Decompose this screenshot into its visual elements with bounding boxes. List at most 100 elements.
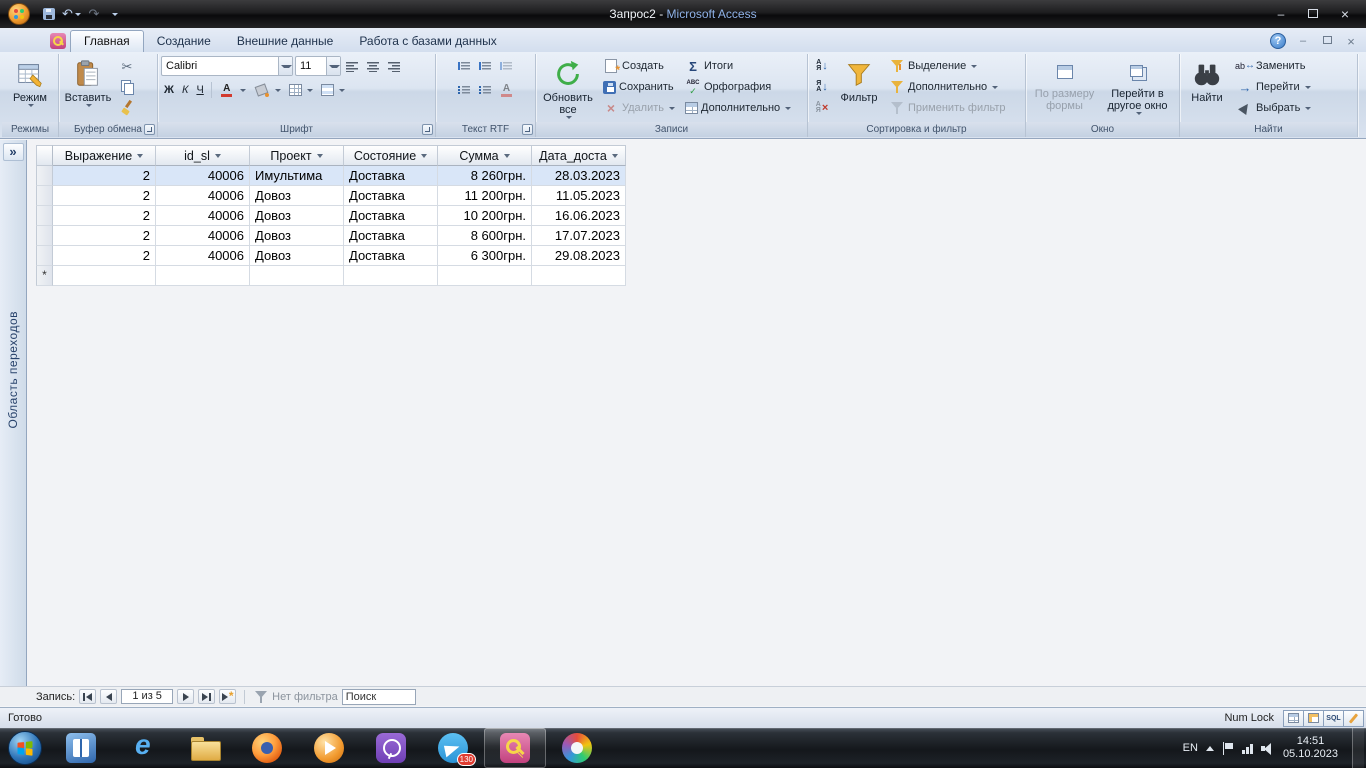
decrease-indent-button[interactable]: [455, 56, 474, 76]
cell[interactable]: 2: [53, 186, 156, 206]
column-header-2[interactable]: Проект: [250, 145, 344, 166]
increase-indent-button[interactable]: [476, 56, 495, 76]
close-button[interactable]: [1336, 6, 1354, 22]
filter-button[interactable]: Фильтр: [835, 56, 883, 120]
column-header-4[interactable]: Сумма: [438, 145, 532, 166]
highlight-button[interactable]: [496, 80, 518, 100]
row-selector[interactable]: [36, 206, 53, 226]
show-desktop-button[interactable]: [1352, 728, 1364, 768]
cell[interactable]: 10 200грн.: [438, 206, 532, 226]
ribbon-tab-0[interactable]: Главная: [70, 30, 144, 52]
advanced-filter-button[interactable]: Дополнительно: [885, 77, 1010, 97]
cell[interactable]: [344, 266, 438, 286]
taskbar-clock[interactable]: 14:51 05.10.2023: [1283, 735, 1338, 761]
show-hidden-icons-button[interactable]: [1206, 746, 1214, 751]
row-selector[interactable]: [36, 186, 53, 206]
action-center-icon[interactable]: [1222, 742, 1234, 755]
datasheet-view-button[interactable]: [1283, 710, 1304, 727]
cell[interactable]: [532, 266, 626, 286]
cell[interactable]: 40006: [156, 186, 250, 206]
cell[interactable]: Доставка: [344, 206, 438, 226]
more-records-button[interactable]: Дополнительно: [681, 98, 795, 118]
ribbon-tab-3[interactable]: Работа с базами данных: [346, 31, 509, 52]
font-name-combobox[interactable]: Calibri: [161, 56, 293, 76]
spelling-button[interactable]: Орфография: [681, 77, 795, 97]
paste-button[interactable]: Вставить: [62, 56, 114, 120]
column-dropdown-arrow-icon[interactable]: [317, 154, 323, 158]
cell[interactable]: [250, 266, 344, 286]
select-all-corner[interactable]: [36, 145, 53, 166]
column-dropdown-arrow-icon[interactable]: [421, 154, 427, 158]
record-position-box[interactable]: 1 из 5: [121, 689, 173, 704]
cell[interactable]: 29.08.2023: [532, 246, 626, 266]
cell[interactable]: 40006: [156, 246, 250, 266]
taskbar-item-access[interactable]: [484, 728, 546, 768]
switch-windows-button[interactable]: Перейти в другое окно: [1101, 56, 1175, 120]
access-app-icon[interactable]: [50, 33, 66, 49]
child-restore-button[interactable]: [1323, 36, 1332, 44]
taskbar-item-firefox[interactable]: [236, 728, 298, 768]
cut-button[interactable]: [116, 56, 138, 76]
first-record-button[interactable]: [79, 689, 96, 704]
clear-sorts-button[interactable]: [811, 98, 833, 118]
align-center-button[interactable]: [364, 56, 383, 76]
cell[interactable]: Доставка: [344, 166, 438, 186]
help-button[interactable]: ?: [1270, 33, 1286, 49]
sort-descending-button[interactable]: [811, 77, 833, 97]
format-painter-button[interactable]: [116, 98, 138, 118]
cell[interactable]: 2: [53, 166, 156, 186]
ribbon-tab-2[interactable]: Внешние данные: [224, 31, 347, 52]
cell[interactable]: Доставка: [344, 186, 438, 206]
gridlines-button[interactable]: [286, 80, 316, 100]
child-minimize-button[interactable]: [1296, 35, 1310, 47]
italic-button[interactable]: К: [179, 80, 191, 100]
column-header-5[interactable]: Дата_доста: [532, 145, 626, 166]
align-right-button[interactable]: [385, 56, 404, 76]
clipboard-dialog-launcher[interactable]: [144, 124, 155, 135]
fill-color-button[interactable]: [251, 80, 284, 100]
taskbar-item-file-explorer[interactable]: [174, 728, 236, 768]
copy-button[interactable]: [116, 77, 138, 97]
next-record-button[interactable]: [177, 689, 194, 704]
cell[interactable]: 2: [53, 226, 156, 246]
row-selector[interactable]: [36, 226, 53, 246]
language-indicator[interactable]: EN: [1183, 742, 1198, 754]
underline-button[interactable]: Ч: [193, 80, 206, 100]
size-to-fit-form-button[interactable]: По размеру формы: [1031, 56, 1099, 120]
cell[interactable]: 2: [53, 206, 156, 226]
save-button[interactable]: [40, 5, 58, 23]
column-dropdown-arrow-icon[interactable]: [137, 154, 143, 158]
cell[interactable]: Довоз: [250, 186, 344, 206]
record-search-input[interactable]: [342, 689, 416, 705]
goto-button[interactable]: Перейти: [1233, 77, 1315, 97]
new-record-selector[interactable]: *: [36, 266, 53, 286]
column-dropdown-arrow-icon[interactable]: [215, 154, 221, 158]
cell[interactable]: 8 260грн.: [438, 166, 532, 186]
cell[interactable]: 11.05.2023: [532, 186, 626, 206]
cell[interactable]: Довоз: [250, 206, 344, 226]
child-close-button[interactable]: [1344, 34, 1358, 49]
taskbar-item-graphics-editor[interactable]: [546, 728, 608, 768]
design-view-button[interactable]: [1343, 710, 1364, 727]
richtext-dialog-launcher[interactable]: [522, 124, 533, 135]
select-button[interactable]: Выбрать: [1233, 98, 1315, 118]
bold-button[interactable]: Ж: [161, 80, 177, 100]
sort-ascending-button[interactable]: [811, 56, 833, 76]
combo-arrow[interactable]: [326, 57, 340, 75]
column-dropdown-arrow-icon[interactable]: [612, 154, 618, 158]
ribbon-tab-1[interactable]: Создание: [144, 31, 224, 52]
delete-record-button[interactable]: Удалить: [599, 98, 679, 118]
column-dropdown-arrow-icon[interactable]: [504, 154, 510, 158]
row-selector[interactable]: [36, 166, 53, 186]
save-record-button[interactable]: Сохранить: [599, 77, 679, 97]
cell[interactable]: 17.07.2023: [532, 226, 626, 246]
previous-record-button[interactable]: [100, 689, 117, 704]
cell[interactable]: 40006: [156, 226, 250, 246]
cell[interactable]: Довоз: [250, 246, 344, 266]
view-mode-button[interactable]: Режим: [6, 56, 54, 120]
cell[interactable]: 16.06.2023: [532, 206, 626, 226]
new-record-ribbon-button[interactable]: Создать: [599, 56, 679, 76]
redo-button[interactable]: [85, 5, 103, 23]
alternate-fill-button[interactable]: [318, 80, 348, 100]
cell[interactable]: 28.03.2023: [532, 166, 626, 186]
